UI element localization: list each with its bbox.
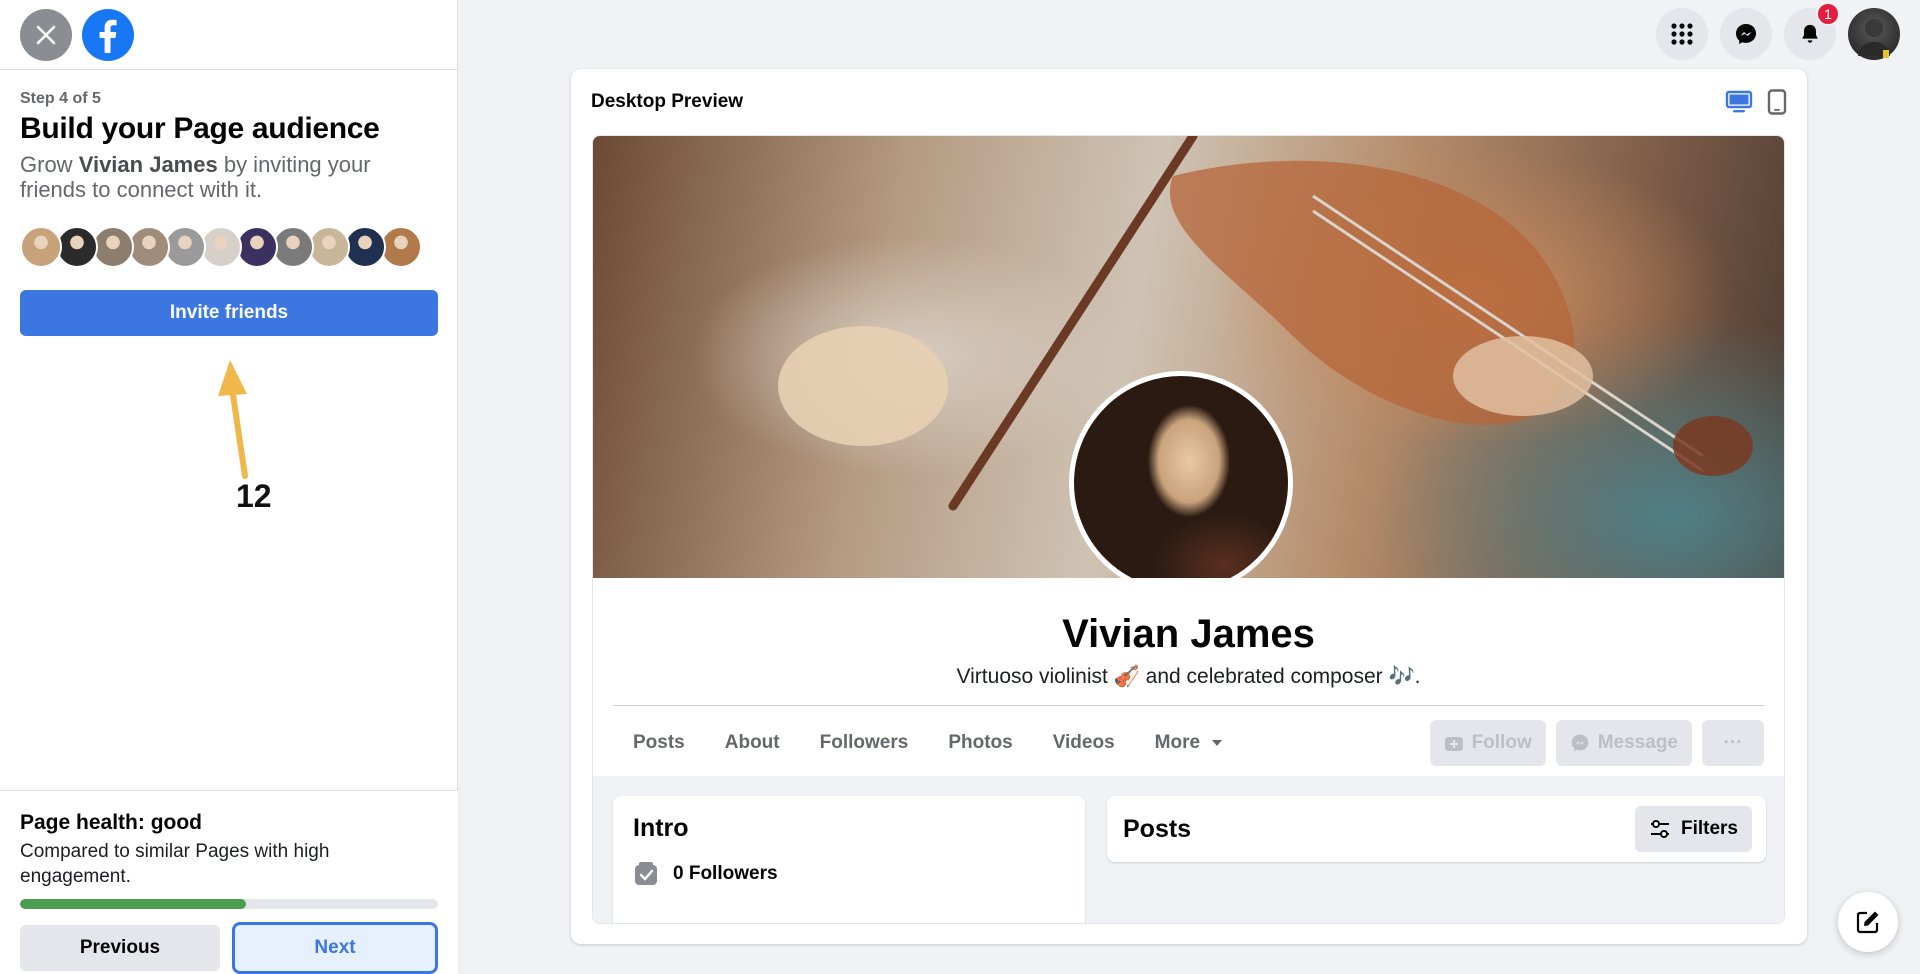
friend-avatar bbox=[200, 226, 242, 268]
followers-text: 0 Followers bbox=[673, 863, 778, 884]
device-switcher bbox=[1725, 89, 1787, 115]
avatar-icon bbox=[1858, 19, 1890, 58]
profile-picture bbox=[1069, 371, 1293, 578]
preview-title: Desktop Preview bbox=[591, 91, 744, 112]
desc-prefix: Grow bbox=[20, 152, 79, 177]
page-bio: Virtuoso violinist 🎻 and celebrated comp… bbox=[956, 665, 1421, 688]
previous-button[interactable]: Previous bbox=[20, 925, 220, 971]
compose-icon bbox=[1856, 911, 1879, 934]
setup-panel: Step 4 of 5 Build your Page audience Gro… bbox=[0, 0, 458, 974]
menu-button[interactable] bbox=[1656, 8, 1708, 60]
tab-more[interactable]: More bbox=[1135, 732, 1244, 754]
close-button[interactable] bbox=[20, 8, 72, 61]
page-actions: Follow Message ··· bbox=[1429, 720, 1764, 766]
messenger-icon bbox=[1571, 734, 1589, 752]
caret-down-icon bbox=[1212, 739, 1223, 746]
message-button[interactable]: Message bbox=[1555, 720, 1692, 766]
followers-check-icon bbox=[635, 862, 657, 885]
posts-title: Posts bbox=[1123, 814, 1192, 843]
friend-avatar bbox=[308, 226, 350, 268]
tab-more-label: More bbox=[1154, 732, 1201, 753]
message-label: Message bbox=[1597, 732, 1678, 753]
health-progress-fill bbox=[20, 899, 246, 909]
friend-avatars bbox=[20, 226, 437, 270]
grid-menu-icon bbox=[1671, 23, 1693, 45]
tab-photos[interactable]: Photos bbox=[928, 732, 1032, 754]
followers-count: 0 Followers bbox=[633, 861, 1065, 887]
facebook-logo-icon[interactable] bbox=[82, 8, 134, 61]
more-options-button[interactable]: ··· bbox=[1702, 720, 1764, 766]
health-title: Page health: good bbox=[20, 811, 203, 834]
cover-photo bbox=[593, 136, 1784, 578]
page-tabs: Posts About Followers Photos Videos More bbox=[613, 732, 1243, 754]
follow-button[interactable]: Follow bbox=[1429, 720, 1546, 766]
invite-friends-button[interactable]: Invite friends bbox=[20, 290, 438, 336]
page-health-section: Page health: good Compared to similar Pa… bbox=[0, 790, 458, 974]
tab-posts[interactable]: Posts bbox=[613, 732, 705, 754]
health-description: Compared to similar Pages with high enga… bbox=[20, 841, 330, 887]
mobile-icon[interactable] bbox=[1767, 89, 1787, 115]
step-title: Build your Page audience bbox=[20, 112, 380, 145]
friend-avatar bbox=[92, 226, 134, 268]
messenger-icon bbox=[1736, 24, 1756, 44]
close-icon bbox=[36, 25, 56, 44]
tab-followers[interactable]: Followers bbox=[800, 732, 929, 754]
bell-icon bbox=[1802, 24, 1818, 43]
friend-avatar bbox=[344, 226, 386, 268]
friend-avatar bbox=[380, 226, 422, 268]
page-preview-card: Desktop Preview Vivian James Virtuoso vi… bbox=[571, 69, 1807, 944]
page-name: Vivian James bbox=[1062, 612, 1315, 656]
follow-label: Follow bbox=[1471, 732, 1532, 753]
more-options-label: ··· bbox=[1723, 732, 1743, 753]
friend-avatar bbox=[236, 226, 278, 268]
intro-card: Intro 0 Followers bbox=[613, 796, 1085, 923]
annotation-number: 12 bbox=[236, 478, 272, 514]
notification-badge: 1 bbox=[1816, 2, 1840, 26]
notifications-button[interactable]: 1 bbox=[1784, 2, 1840, 60]
friend-avatar bbox=[128, 226, 170, 268]
step-indicator: Step 4 of 5 bbox=[20, 90, 101, 107]
compose-button[interactable] bbox=[1838, 892, 1898, 952]
filters-icon bbox=[1650, 820, 1669, 838]
intro-title: Intro bbox=[633, 814, 689, 842]
health-progress-bar bbox=[20, 899, 438, 909]
messenger-button[interactable] bbox=[1720, 8, 1772, 60]
friend-avatar bbox=[164, 226, 206, 268]
filters-button[interactable]: Filters bbox=[1634, 806, 1752, 852]
page-body: Intro 0 Followers Posts Filters bbox=[593, 776, 1784, 923]
friend-avatar bbox=[56, 226, 98, 268]
step-description: Grow Vivian James by inviting your frien… bbox=[20, 152, 437, 202]
friend-avatar bbox=[272, 226, 314, 268]
desc-page-name: Vivian James bbox=[78, 152, 218, 177]
account-avatar[interactable] bbox=[1848, 8, 1900, 60]
panel-header bbox=[0, 0, 457, 70]
friend-avatar bbox=[20, 226, 62, 268]
page-preview: Vivian James Virtuoso violinist 🎻 and ce… bbox=[592, 135, 1785, 924]
tab-videos[interactable]: Videos bbox=[1033, 732, 1135, 754]
posts-card: Posts Filters bbox=[1107, 796, 1766, 862]
filters-label: Filters bbox=[1680, 818, 1738, 839]
top-right-toolbar: 1 bbox=[1656, 2, 1900, 60]
next-button[interactable]: Next bbox=[232, 922, 438, 974]
desktop-icon[interactable] bbox=[1725, 90, 1753, 114]
tab-about[interactable]: About bbox=[705, 732, 800, 754]
annotation-arrow-icon bbox=[218, 360, 248, 479]
follow-icon bbox=[1444, 737, 1463, 751]
